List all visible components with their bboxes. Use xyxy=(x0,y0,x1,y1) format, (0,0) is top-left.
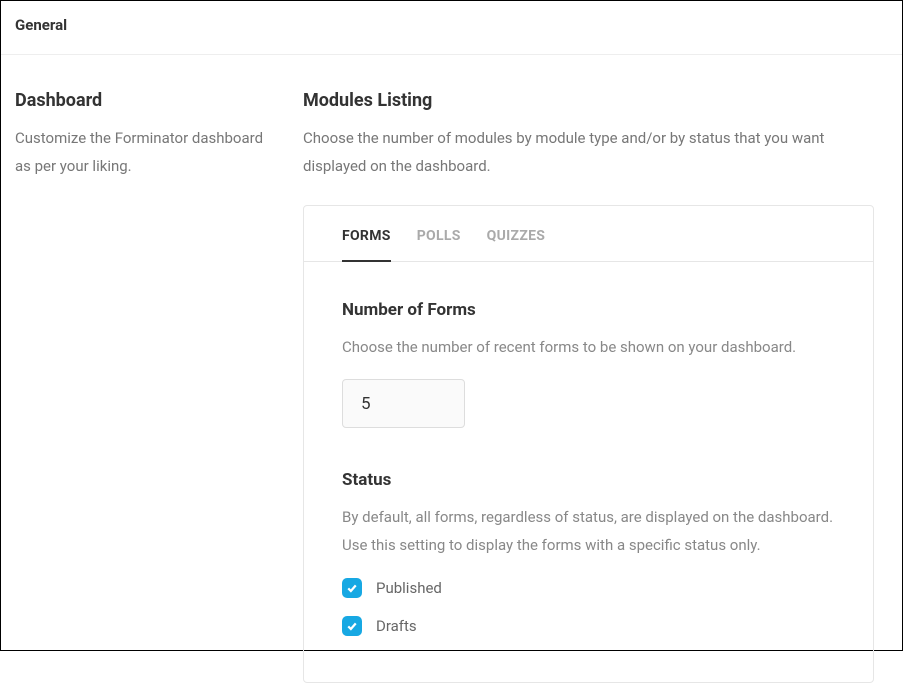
number-of-forms-title: Number of Forms xyxy=(342,300,835,320)
status-option-published[interactable]: Published xyxy=(342,578,835,598)
status-option-label: Published xyxy=(376,579,442,597)
status-title: Status xyxy=(342,470,835,490)
checkbox-icon xyxy=(342,616,362,636)
status-description: By default, all forms, regardless of sta… xyxy=(342,504,835,560)
tab-body-forms: Number of Forms Choose the number of rec… xyxy=(304,262,873,682)
number-of-forms-input[interactable] xyxy=(342,379,465,428)
modules-tabs-box: FORMS POLLS QUIZZES Number of Forms Choo… xyxy=(303,205,874,683)
settings-content: Dashboard Customize the Forminator dashb… xyxy=(1,55,902,683)
number-of-forms-block: Number of Forms Choose the number of rec… xyxy=(342,300,835,429)
status-option-drafts[interactable]: Drafts xyxy=(342,616,835,636)
settings-main: Modules Listing Choose the number of mod… xyxy=(303,90,888,683)
tab-polls[interactable]: POLLS xyxy=(417,228,461,261)
tab-forms[interactable]: FORMS xyxy=(342,228,391,261)
main-section-description: Choose the number of modules by module t… xyxy=(303,125,874,181)
page-title: General xyxy=(15,16,888,34)
status-block: Status By default, all forms, regardless… xyxy=(342,470,835,636)
settings-sidebar: Dashboard Customize the Forminator dashb… xyxy=(15,90,303,683)
tab-quizzes[interactable]: QUIZZES xyxy=(487,228,546,261)
sidebar-section-description: Customize the Forminator dashboard as pe… xyxy=(15,125,273,181)
settings-header: General xyxy=(1,1,902,55)
number-of-forms-description: Choose the number of recent forms to be … xyxy=(342,334,835,362)
status-option-label: Drafts xyxy=(376,617,417,635)
tabs-header: FORMS POLLS QUIZZES xyxy=(304,206,873,262)
sidebar-section-title: Dashboard xyxy=(15,90,273,111)
main-section-title: Modules Listing xyxy=(303,90,874,111)
checkbox-icon xyxy=(342,578,362,598)
